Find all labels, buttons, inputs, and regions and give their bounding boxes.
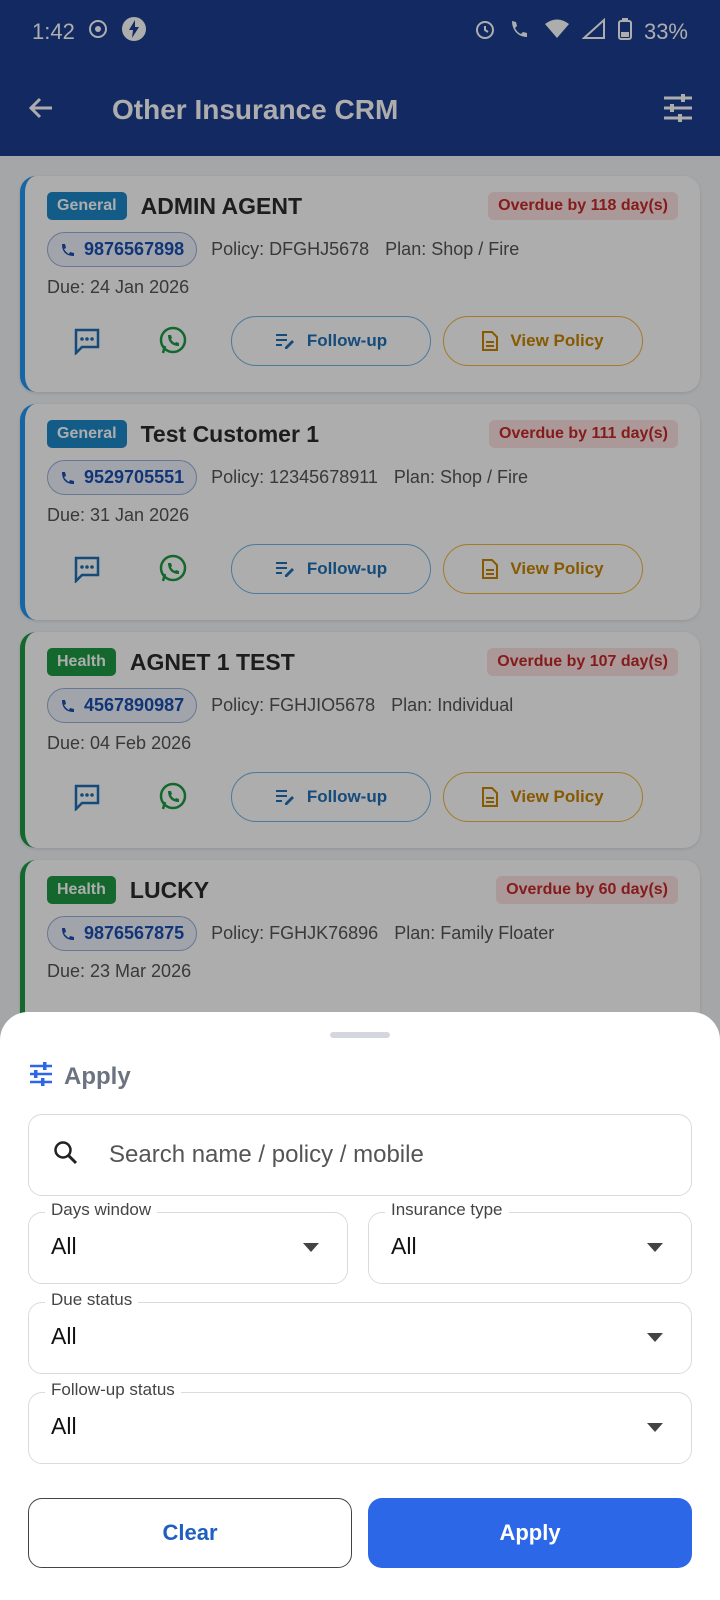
sheet-header: Apply [28,1062,131,1091]
apply-button[interactable]: Apply [368,1498,692,1568]
due-status-select[interactable]: Due status All [28,1290,692,1374]
drag-handle[interactable] [330,1032,390,1038]
insurance-type-label: Insurance type [385,1200,509,1220]
chevron-down-icon [647,1423,663,1432]
search-field[interactable] [28,1114,692,1196]
due-status-label: Due status [45,1290,139,1310]
followup-status-select[interactable]: Follow-up status All [28,1380,692,1464]
days-window-value: All [51,1233,77,1259]
sheet-title: Apply [64,1062,131,1090]
days-window-select[interactable]: Days window All [28,1200,348,1284]
followup-status-value: All [51,1413,77,1439]
search-input[interactable] [107,1140,631,1170]
insurance-type-select[interactable]: Insurance type All [368,1200,692,1284]
clear-button[interactable]: Clear [28,1498,352,1568]
tune-icon [28,1062,54,1091]
chevron-down-icon [303,1243,319,1252]
due-status-value: All [51,1323,77,1349]
chevron-down-icon [647,1333,663,1342]
followup-status-label: Follow-up status [45,1380,181,1400]
insurance-type-value: All [391,1233,417,1259]
chevron-down-icon [647,1243,663,1252]
search-icon [53,1140,79,1171]
days-window-label: Days window [45,1200,158,1220]
